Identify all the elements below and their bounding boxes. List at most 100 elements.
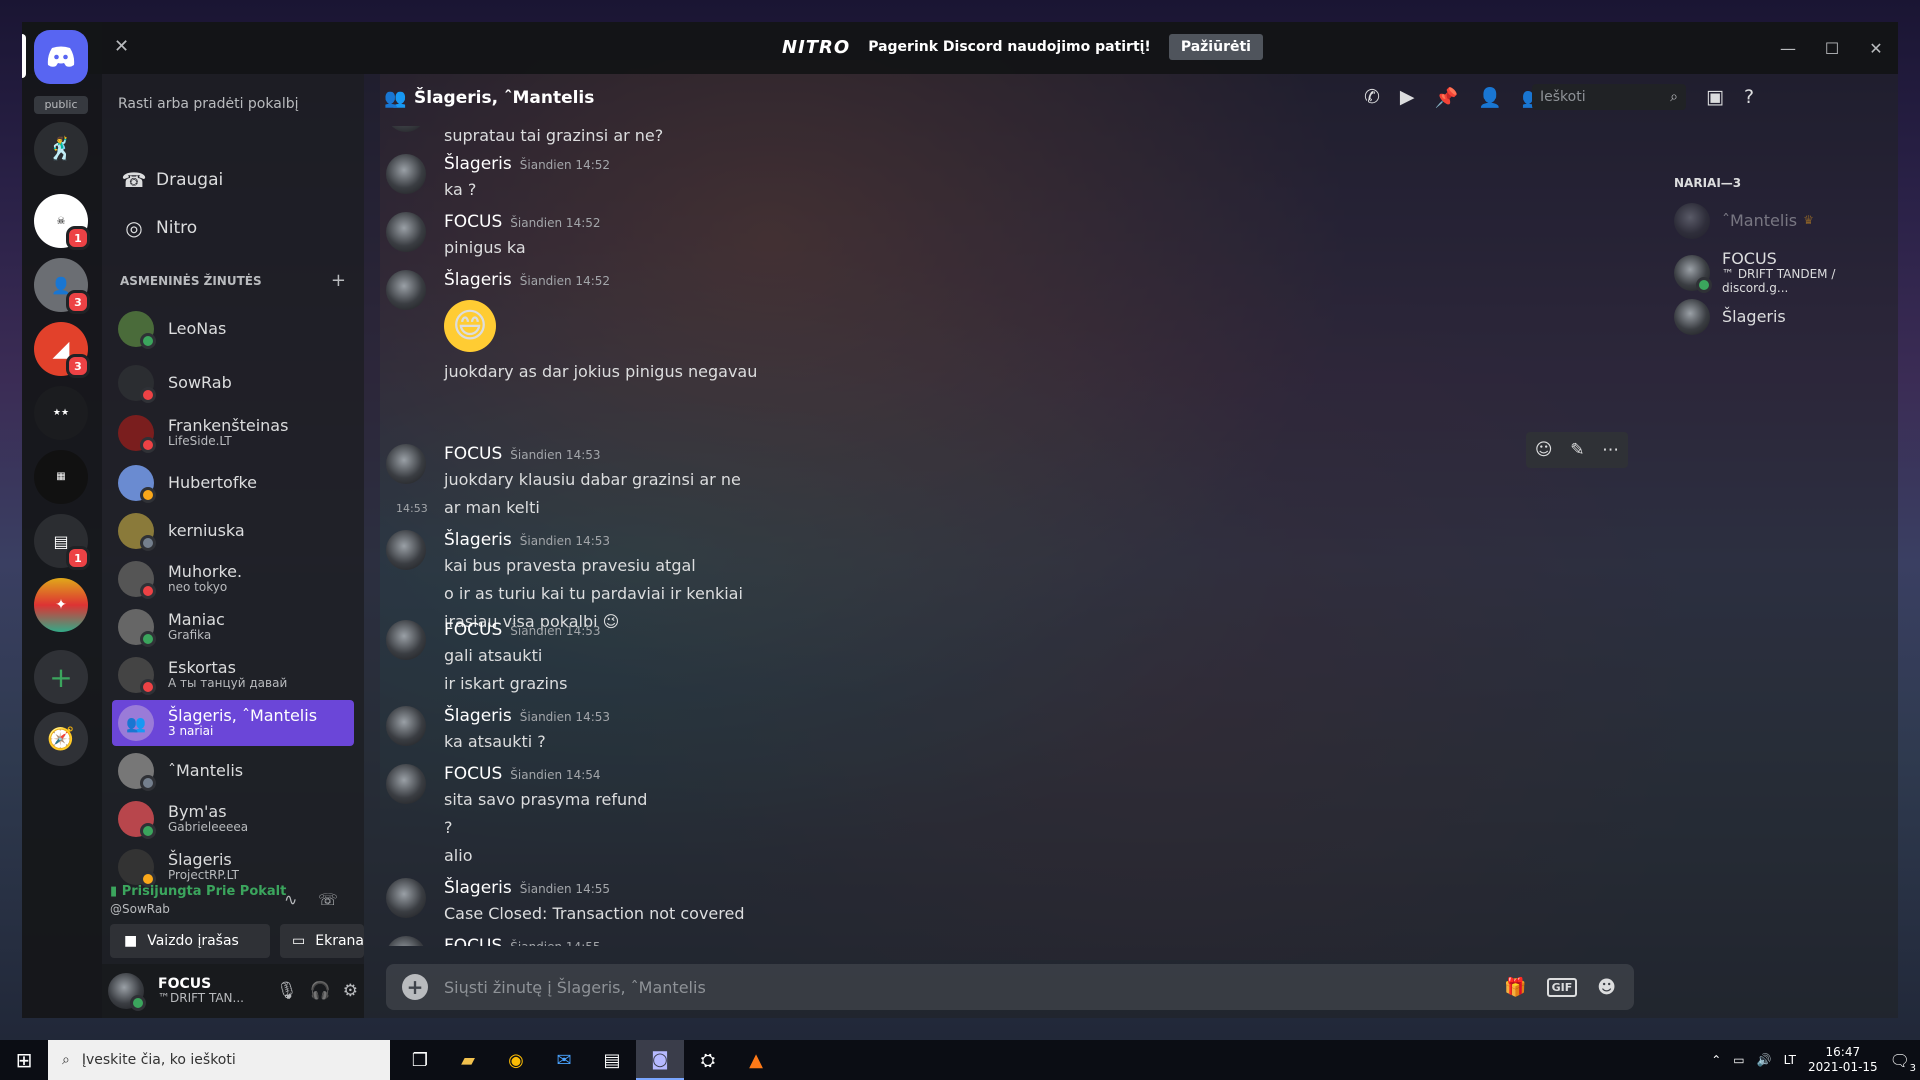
server-dayz[interactable]: ✦ [34, 578, 88, 632]
disconnect-call-icon[interactable]: ☏ [318, 890, 338, 909]
app-orange-icon[interactable]: ▲ [732, 1040, 780, 1080]
screen-share-button[interactable]: ▭ Ekrana [280, 924, 364, 958]
message[interactable]: FOCUS Šiandien 14:53 gali atsaukti ir iskar… [364, 620, 1644, 710]
mail-icon[interactable]: ✉ [540, 1040, 588, 1080]
headphones-icon[interactable]: 🎧 [310, 981, 331, 1001]
inbox-icon[interactable]: ▣ [1706, 86, 1724, 108]
edit-icon[interactable]: ✎ [1570, 440, 1584, 460]
clock[interactable]: 16:47 2021-01-15 [1808, 1045, 1878, 1075]
home-discord-icon[interactable] [34, 30, 88, 84]
server-3[interactable]: 👤 3 [34, 258, 90, 314]
message-author[interactable]: Šlageris [444, 530, 512, 550]
dm-item[interactable]: Frankenšteinas LifeSide.LT [112, 410, 354, 456]
message-avatar[interactable] [386, 530, 426, 570]
server-drift-tandem[interactable]: ▦ [34, 450, 88, 504]
message-avatar[interactable] [386, 154, 426, 194]
notifications-icon[interactable]: 🗨 3 [1890, 1051, 1916, 1074]
server-avatar-1[interactable]: 🕺 [34, 122, 88, 176]
message-author[interactable]: FOCUS [444, 444, 502, 464]
server-4[interactable]: ◢ 3 [34, 322, 90, 378]
pinned-messages-icon[interactable]: 📌 [1435, 86, 1459, 109]
server-madrid[interactable]: ☠ 1 [34, 194, 90, 250]
taskbar-search[interactable]: ⌕ Įveskite čia, ko ieškoti [48, 1040, 390, 1080]
start-voice-call-icon[interactable]: ✆ [1364, 86, 1380, 109]
message-avatar[interactable] [386, 706, 426, 746]
upload-plus-icon[interactable]: + [402, 974, 428, 1000]
dm-item[interactable]: Eskortas А ты танцуй давай [112, 652, 354, 698]
server-5[interactable]: ★★ [34, 386, 88, 440]
minimize-icon[interactable]: — [1766, 22, 1810, 74]
dm-item[interactable]: LeoNas [112, 306, 354, 352]
task-view-icon[interactable]: ❐ [396, 1040, 444, 1080]
message-author[interactable]: Šlageris [444, 154, 512, 174]
dm-item[interactable]: 👥 Šlageris, ˆMantelis 3 nariai [112, 700, 354, 746]
dm-item[interactable]: Hubertofke [112, 460, 354, 506]
add-server-button[interactable]: + [34, 650, 88, 704]
nav-nitro[interactable]: ◎ Nitro [112, 206, 352, 250]
message-avatar[interactable] [386, 444, 426, 484]
chrome-icon[interactable]: ◉ [492, 1040, 540, 1080]
dm-item[interactable]: ˆMantelis [112, 748, 354, 794]
close-banner-icon[interactable]: ✕ [114, 36, 129, 57]
message[interactable]: FOCUS Šiandien 14:55 [364, 936, 1644, 946]
dm-item[interactable]: Maniac Grafika [112, 604, 354, 650]
message-input[interactable]: Siųsti žinutę į Šlageris, ˆMantelis [444, 978, 1504, 997]
message[interactable]: Šlageris Šiandien 14:52 😄 juokdary as dar j… [364, 270, 1644, 381]
gift-icon[interactable]: 🎁 [1504, 977, 1526, 998]
dm-item[interactable]: SowRab [112, 360, 354, 406]
message-avatar[interactable] [386, 620, 426, 660]
dm-item[interactable]: Bym'as Gabrieleeeea [112, 796, 354, 842]
search-input[interactable]: Ieškoti ⌕ [1532, 84, 1686, 110]
settings-gear-icon[interactable]: ⚙ [343, 981, 358, 1001]
steam-icon[interactable]: ⛭ [684, 1040, 732, 1080]
message-avatar[interactable] [386, 126, 426, 132]
noise-suppression-icon[interactable]: ∿ [284, 890, 297, 909]
help-icon[interactable]: ? [1744, 86, 1754, 108]
message-author[interactable]: Šlageris [444, 878, 512, 898]
file-explorer-icon[interactable]: ▰ [444, 1040, 492, 1080]
microphone-icon[interactable]: 🎙 [276, 981, 298, 1001]
message-author[interactable]: FOCUS [444, 212, 502, 232]
network-icon[interactable]: ▭ [1733, 1053, 1744, 1067]
store-icon[interactable]: ▤ [588, 1040, 636, 1080]
message[interactable]: FOCUS Šiandien 14:53 juokdary klausiu daba… [364, 444, 1644, 534]
window-close-icon[interactable]: ✕ [1854, 22, 1898, 74]
message-avatar[interactable] [386, 936, 426, 946]
windows-start-icon[interactable]: ⊞ [0, 1040, 48, 1080]
discord-taskbar-icon[interactable]: ◙ [636, 1040, 684, 1080]
maximize-icon[interactable]: ☐ [1810, 22, 1854, 74]
dm-item[interactable]: kerniuska [112, 508, 354, 554]
dm-item[interactable]: Muhorke. neo tokyo [112, 556, 354, 602]
more-options-icon[interactable]: ⋯ [1602, 440, 1619, 460]
gif-button[interactable]: GIF [1546, 977, 1578, 997]
message-author[interactable]: Šlageris [444, 270, 512, 290]
volume-icon[interactable]: 🔊 [1757, 1053, 1772, 1067]
message-avatar[interactable] [386, 270, 426, 310]
nav-friends[interactable]: ☎ Draugai [112, 158, 352, 202]
message-author[interactable]: FOCUS [444, 764, 502, 784]
member-item[interactable]: Šlageris [1674, 294, 1898, 340]
message-author[interactable]: FOCUS [444, 620, 502, 640]
server-7[interactable]: ▤ 1 [34, 514, 90, 570]
message[interactable]: Šlageris Šiandien 14:53 kai bus pravesta p… [364, 530, 1644, 631]
create-dm-icon[interactable]: + [331, 270, 346, 291]
message-avatar[interactable] [386, 212, 426, 252]
video-button[interactable]: ■ Vaizdo įrašas [110, 924, 270, 958]
member-item[interactable]: ˆMantelis ♛ [1674, 198, 1898, 244]
message-author[interactable]: FOCUS [444, 936, 502, 946]
add-reaction-icon[interactable]: ☺ [1535, 440, 1553, 460]
tray-chevron-icon[interactable]: ⌃ [1711, 1053, 1721, 1067]
nitro-view-button[interactable]: Pažiūrėti [1168, 34, 1263, 60]
add-friends-to-dm-icon[interactable]: 👤 [1478, 86, 1502, 109]
message[interactable]: FOCUS Šiandien 14:54 sita savo prasyma ref… [364, 764, 1644, 865]
language-indicator[interactable]: LT [1784, 1053, 1796, 1067]
start-video-call-icon[interactable]: ▶ [1400, 86, 1415, 109]
message-avatar[interactable] [386, 764, 426, 804]
message-author[interactable]: Šlageris [444, 706, 512, 726]
message-avatar[interactable] [386, 878, 426, 918]
user-avatar[interactable] [108, 973, 146, 1011]
explore-servers-button[interactable]: 🧭 [34, 712, 88, 766]
emoji-picker-icon[interactable]: ☻ [1597, 977, 1616, 998]
find-conversation-input[interactable]: Rasti arba pradėti pokalbį [118, 96, 298, 112]
member-item[interactable]: FOCUS ™ DRIFT TANDEM / discord.g... [1674, 249, 1898, 296]
